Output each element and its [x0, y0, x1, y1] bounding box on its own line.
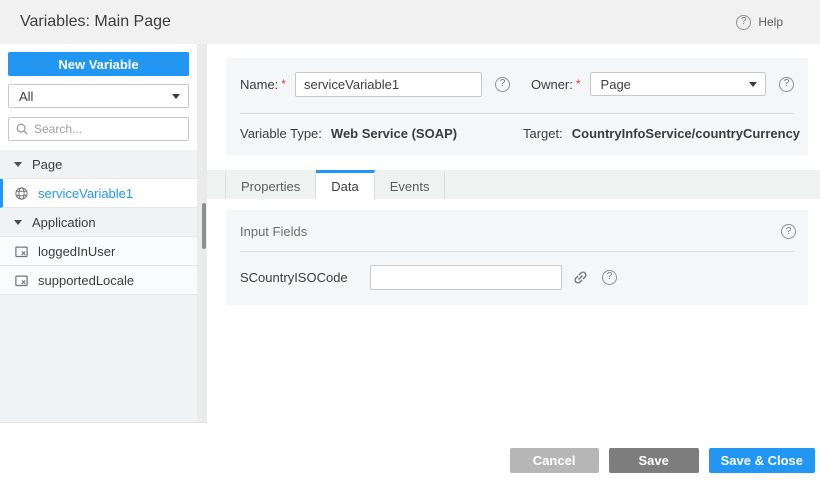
target-label: Target:: [523, 126, 563, 141]
help-icon: [736, 15, 751, 30]
new-variable-button[interactable]: New Variable: [8, 52, 189, 76]
tab-properties[interactable]: Properties: [225, 170, 316, 199]
owner-help-icon[interactable]: [779, 77, 794, 92]
owner-label: Owner:: [531, 77, 573, 92]
collapse-arrow-icon: [14, 220, 22, 225]
field-row-scountryisocode: SCountryISOCode: [240, 264, 794, 290]
variable-type-value: Web Service (SOAP): [331, 126, 457, 141]
search-box: [8, 117, 189, 141]
panel-divider: [240, 251, 794, 252]
dialog-footer: Cancel Save Save & Close: [510, 448, 815, 473]
page-title: Variables: Main Page: [20, 13, 171, 31]
search-input[interactable]: [34, 122, 182, 136]
variables-dialog: Variables: Main Page Help New Variable A…: [0, 0, 820, 489]
sidebar-scrollbar-track[interactable]: [197, 44, 207, 423]
dialog-header: Variables: Main Page Help: [0, 0, 820, 44]
link-icon[interactable]: [572, 269, 589, 286]
filter-select[interactable]: All: [8, 84, 189, 108]
type-target-row: Variable Type: Web Service (SOAP) Target…: [240, 126, 794, 142]
web-service-icon: [14, 186, 29, 201]
target-value: CountryInfoService/countryCurrency: [572, 126, 800, 141]
name-input[interactable]: [295, 72, 482, 97]
name-label: Name:: [240, 77, 278, 92]
tree-item-label: serviceVariable1: [38, 186, 133, 201]
owner-select[interactable]: Page: [590, 72, 766, 96]
tree-group-label: Page: [32, 157, 62, 172]
detail-tab-bar: Properties Data Events: [207, 170, 820, 199]
search-icon: [15, 122, 29, 136]
filter-select-value: All: [19, 89, 33, 104]
input-fields-panel: Input Fields SCountryISOCode: [226, 210, 808, 305]
tree-group-label: Application: [32, 215, 96, 230]
sidebar-item-loggedinuser[interactable]: loggedInUser: [0, 237, 197, 266]
save-and-close-button[interactable]: Save & Close: [709, 448, 815, 473]
variables-sidebar: New Variable All Page: [0, 44, 197, 423]
variable-icon: [14, 273, 29, 288]
chevron-down-icon: [172, 94, 180, 99]
name-owner-row: Name: * Owner: * Page: [240, 71, 794, 97]
required-asterisk: *: [576, 77, 581, 91]
save-button[interactable]: Save: [609, 448, 699, 473]
input-fields-title: Input Fields: [240, 224, 307, 239]
owner-select-value: Page: [601, 77, 631, 92]
field-label: SCountryISOCode: [240, 270, 370, 285]
tab-data[interactable]: Data: [316, 170, 374, 199]
tree-group-page[interactable]: Page: [0, 150, 197, 179]
sidebar-scrollbar-thumb[interactable]: [202, 203, 206, 249]
required-asterisk: *: [281, 77, 286, 91]
tab-events[interactable]: Events: [375, 170, 446, 199]
chevron-down-icon: [749, 82, 757, 87]
tree-item-label: loggedInUser: [38, 244, 115, 259]
cancel-button[interactable]: Cancel: [510, 448, 599, 473]
help-button[interactable]: Help: [736, 15, 783, 30]
field-help-icon[interactable]: [602, 270, 617, 285]
sidebar-controls: New Variable All: [0, 44, 197, 150]
input-fields-header: Input Fields: [240, 224, 796, 239]
tree-item-label: supportedLocale: [38, 273, 134, 288]
help-label: Help: [758, 15, 783, 29]
variable-icon: [14, 244, 29, 259]
input-fields-help-icon[interactable]: [781, 224, 796, 239]
sidebar-item-servicevariable1[interactable]: serviceVariable1: [0, 179, 197, 208]
variable-type-label: Variable Type:: [240, 126, 322, 141]
scountryisocode-input[interactable]: [370, 265, 562, 290]
variable-summary-panel: Name: * Owner: * Page Variable Type: Web…: [226, 58, 808, 155]
sidebar-item-supportedlocale[interactable]: supportedLocale: [0, 266, 197, 295]
panel-divider: [240, 113, 794, 114]
name-help-icon[interactable]: [495, 77, 510, 92]
tree-group-application[interactable]: Application: [0, 208, 197, 237]
main-content: Name: * Owner: * Page Variable Type: Web…: [207, 44, 820, 423]
collapse-arrow-icon: [14, 162, 22, 167]
